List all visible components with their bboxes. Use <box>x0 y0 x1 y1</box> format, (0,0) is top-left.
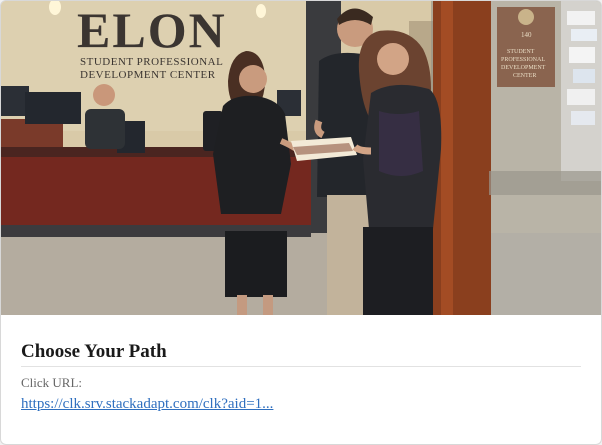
click-url-label: Click URL: <box>21 375 83 390</box>
sign-elon-text: ELON <box>77 2 227 58</box>
card-body: Choose Your Path Click URL: https://clk.… <box>21 315 581 413</box>
ad-card: ELON STUDENT PROFESSIONAL DEVELOPMENT CE… <box>0 0 602 445</box>
ad-photo[interactable]: ELON STUDENT PROFESSIONAL DEVELOPMENT CE… <box>1 1 601 315</box>
door-sign-line-4: CENTER <box>513 73 536 79</box>
door-sign-line-3: DEVELOPMENT <box>501 65 546 71</box>
door-sign-line-2: PROFESSIONAL <box>501 57 545 63</box>
door-sign-number: 140 <box>521 31 532 39</box>
click-url-link[interactable]: https://clk.srv.stackadapt.com/clk?aid=1… <box>21 395 273 413</box>
sign-line-1: STUDENT PROFESSIONAL <box>80 56 223 68</box>
office-scene-image: ELON STUDENT PROFESSIONAL DEVELOPMENT CE… <box>1 1 601 315</box>
card-title: Choose Your Path <box>21 341 581 367</box>
sign-line-2: DEVELOPMENT CENTER <box>80 69 216 81</box>
door-sign-line-1: STUDENT <box>507 49 535 55</box>
